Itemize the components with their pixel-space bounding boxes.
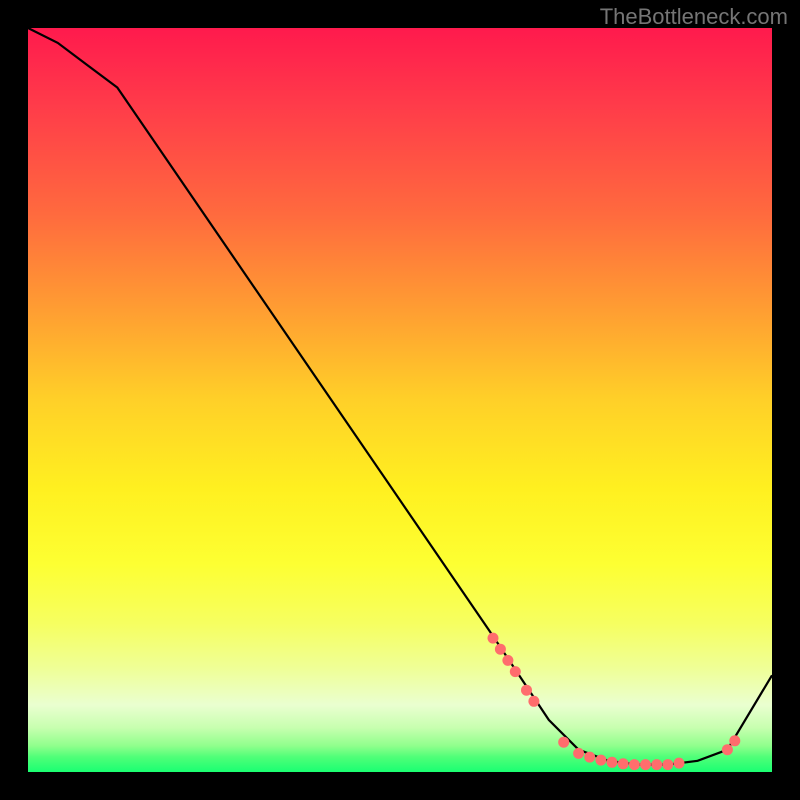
- dot: [640, 759, 651, 770]
- dot: [674, 758, 685, 769]
- dot: [488, 633, 499, 644]
- plot-svg: [28, 28, 772, 772]
- dot: [521, 685, 532, 696]
- dot: [722, 744, 733, 755]
- dot: [629, 759, 640, 770]
- attribution-text: TheBottleneck.com: [600, 4, 788, 30]
- dot: [584, 752, 595, 763]
- dot: [528, 696, 539, 707]
- dot: [607, 757, 618, 768]
- dot: [729, 735, 740, 746]
- chart-wrapper: TheBottleneck.com: [0, 0, 800, 800]
- bottleneck-curve: [28, 28, 772, 765]
- dot: [558, 737, 569, 748]
- plot-area: [28, 28, 772, 772]
- dot: [495, 644, 506, 655]
- dot: [573, 748, 584, 759]
- dot: [502, 655, 513, 666]
- dot: [595, 755, 606, 766]
- dot: [510, 666, 521, 677]
- dot: [651, 759, 662, 770]
- highlight-dots: [488, 633, 741, 771]
- dot: [662, 759, 673, 770]
- dot: [618, 758, 629, 769]
